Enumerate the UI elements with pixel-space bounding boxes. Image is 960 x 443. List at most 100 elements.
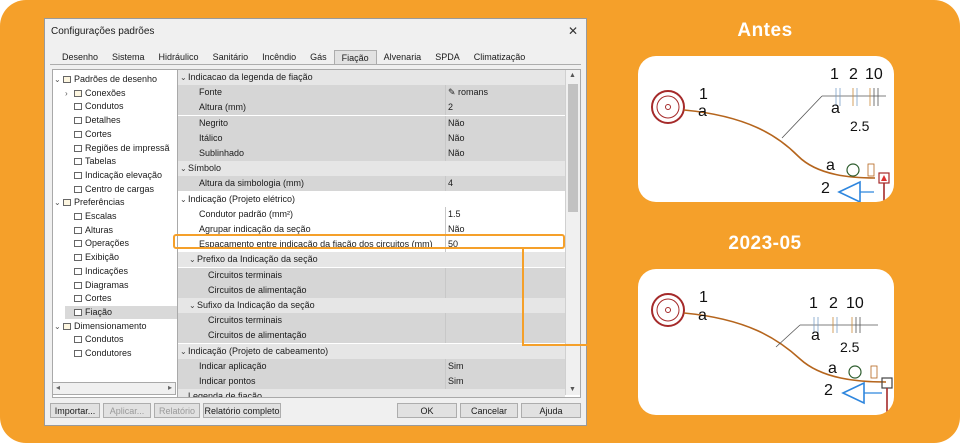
grid-property-row[interactable]: Altura da simbologia (mm) 4 [178,176,565,192]
connector-line [522,344,634,346]
grid-property-row[interactable]: Negrito Não [178,115,565,131]
tab-gas[interactable]: Gás [303,50,334,64]
tab-desenho[interactable]: Desenho [55,50,105,64]
property-value[interactable] [445,313,448,329]
tree-item[interactable]: Alturas [65,224,177,237]
tree-item-label: Indicação elevação [85,169,163,180]
after-panel: 1 a 1 2 10 a 2.5 a 2 [638,269,894,415]
grid-vertical-scrollbar[interactable]: ▲ ▼ [565,70,580,395]
chevron-down-icon[interactable]: ⌄ [54,73,63,86]
scroll-left-icon[interactable]: ◂ [56,383,60,392]
help-button[interactable]: Ajuda [521,403,581,418]
property-value[interactable]: Sim [445,358,464,374]
property-value[interactable]: Não [445,115,465,131]
tree-item[interactable]: ⌄ Preferências [54,196,177,209]
full-report-button[interactable]: Relatório completo [203,403,281,418]
property-value[interactable]: 2 [445,100,453,116]
property-value[interactable] [445,267,448,283]
apply-button[interactable]: Aplicar... [103,403,151,418]
chevron-down-icon[interactable]: ⌄ [54,320,63,333]
property-value[interactable]: ✎ romans [445,85,488,101]
grid-property-row[interactable]: Itálico Não [178,130,565,146]
tree-item[interactable]: Condutores [65,347,177,360]
grid-category-row[interactable]: ⌄Indicação (Projeto elétrico) [178,191,565,207]
scroll-right-icon[interactable]: ▸ [168,383,172,392]
tree-item[interactable]: › Conexões [65,87,177,100]
settings-tree[interactable]: ⌄ Padrões de desenho › Conexões Condutos Deta… [52,69,178,398]
tree-item[interactable]: Diagramas [65,279,177,292]
grid-category-row[interactable]: ⌄Indicação (Projeto de cabeamento) [178,343,565,359]
grid-category-row[interactable]: ⌄Símbolo [178,161,565,177]
grid-property-row[interactable]: Fonte ✎ romans [178,85,565,101]
close-icon[interactable]: ✕ [568,24,578,38]
property-value[interactable]: 1.5 [445,206,461,222]
tree-item[interactable]: Exibição [65,251,177,264]
property-label: Indicação (Projeto de cabeamento) [188,345,329,356]
tree-item[interactable]: Condutos [65,100,177,113]
tab-climatizacao[interactable]: Climatização [467,50,533,64]
import-button[interactable]: Importar... [50,403,100,418]
chevron-down-icon[interactable]: ⌄ [180,161,188,176]
chevron-down-icon[interactable]: ⌄ [189,252,197,267]
tree-item[interactable]: Detalhes [65,114,177,127]
tree-item-label: Escalas [85,211,117,221]
property-value[interactable]: Sim [445,374,464,389]
tree-item[interactable]: Centro de cargas [65,183,177,196]
grid-property-row[interactable]: Condutor padrão (mm²) 1.5 [178,206,565,222]
grid-property-row[interactable]: Circuitos de alimentação [178,282,565,298]
grid-property-row[interactable]: Altura (mm) 2 [178,100,565,116]
property-value[interactable]: Não [445,146,465,161]
grid-category-row[interactable]: ⌄Prefixo da Indicação da seção [178,252,565,268]
tree-item-label: Indicações [85,265,129,276]
tree-item[interactable]: Tabelas [65,155,177,168]
tree-item[interactable]: Indicação elevação [65,169,177,182]
tab-fiacao[interactable]: Fiação [333,50,377,65]
report-button[interactable]: Relatório [154,403,200,418]
grid-property-row[interactable]: Indicar pontos Sim [178,374,565,389]
tab-sistema[interactable]: Sistema [105,50,152,64]
chevron-down-icon[interactable]: ⌄ [180,192,188,207]
chevron-down-icon[interactable]: ⌄ [180,389,188,397]
property-value[interactable]: Não [445,130,465,146]
tab-incendio[interactable]: Incêndio [255,50,303,64]
grid-property-row[interactable]: Indicar aplicação Sim [178,358,565,374]
grid-category-row[interactable]: ⌄Sufixo da Indicação da seção [178,298,565,313]
tree-item[interactable]: Regiões de impressã [65,142,177,155]
tree-item[interactable]: Operações [65,237,177,250]
tab-alvenaria[interactable]: Alvenaria [377,50,429,64]
scrollbar-thumb[interactable] [568,84,578,212]
grid-property-row[interactable]: Sublinhado Não [178,146,565,161]
ok-button[interactable]: OK [397,403,457,418]
tree-item[interactable]: Cortes [65,292,177,305]
property-label: Indicar pontos [199,376,256,386]
tree-item[interactable]: Fiação [65,305,177,319]
arrow-right-icon [630,340,638,350]
tree-item[interactable]: Condutos [65,333,177,346]
cancel-button[interactable]: Cancelar [460,403,518,418]
chevron-right-icon[interactable]: › [65,87,74,100]
tab-sanitario[interactable]: Sanitário [206,50,256,64]
grid-category-row[interactable]: ⌄Legenda de fiação [178,389,565,397]
scroll-down-icon[interactable]: ▼ [569,386,576,393]
chevron-down-icon[interactable]: ⌄ [54,196,63,209]
property-value[interactable] [445,328,448,344]
tree-item[interactable]: ⌄ Padrões de desenho [54,73,177,86]
before-title: Antes [737,20,793,41]
tab-hidraulico[interactable]: Hidráulico [152,50,206,64]
tree-item[interactable]: ⌄ Dimensionamento [54,320,177,333]
tree-item[interactable]: Cortes [65,128,177,141]
chevron-down-icon[interactable]: ⌄ [180,70,188,85]
property-value[interactable]: 4 [445,176,453,192]
tree-horizontal-scrollbar[interactable]: ◂ ▸ [52,382,176,395]
tree-item[interactable]: Indicações [65,265,177,278]
chevron-down-icon[interactable]: ⌄ [180,344,188,359]
scroll-up-icon[interactable]: ▲ [569,72,576,79]
grid-property-row[interactable]: Circuitos terminais [178,313,565,329]
grid-property-row[interactable]: Circuitos de alimentação [178,328,565,344]
property-value[interactable] [445,282,448,298]
grid-property-row[interactable]: Circuitos terminais [178,267,565,283]
chevron-down-icon[interactable]: ⌄ [189,298,197,313]
tab-spda[interactable]: SPDA [428,50,467,64]
grid-category-row[interactable]: ⌄Indicacao da legenda de fiação [178,70,565,85]
tree-item[interactable]: Escalas [65,210,177,223]
